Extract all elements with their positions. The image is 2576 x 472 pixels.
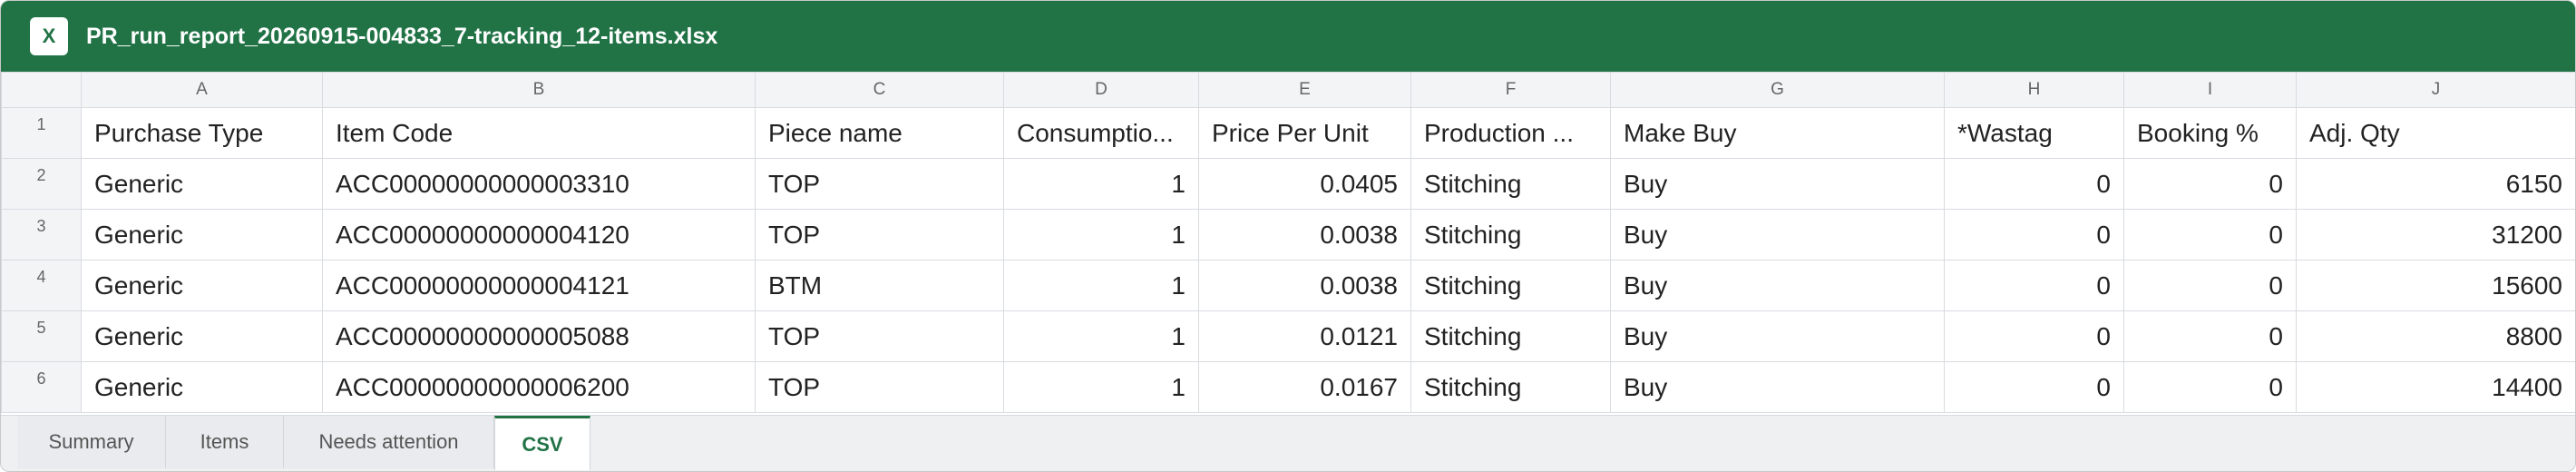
cell-adj-qty[interactable]: 15600 [2296,260,2575,311]
cell-make-buy[interactable]: Buy [1610,361,1945,413]
cell-booking-pct[interactable]: 0 [2123,361,2297,413]
cell-price-per-unit[interactable]: 0.0405 [1198,158,1411,210]
cell-item-code[interactable]: ACC00000000000006200 [322,361,756,413]
cell-price-per-unit[interactable]: 0.0121 [1198,310,1411,362]
cell-price-per-unit[interactable]: 0.0167 [1198,361,1411,413]
header-cell[interactable]: Item Code [322,107,756,159]
cell-piece-name[interactable]: TOP [755,310,1004,362]
header-cell[interactable]: Adj. Qty [2296,107,2575,159]
table-row: 6 Generic ACC00000000000006200 TOP 1 0.0… [1,361,2575,413]
row-number[interactable]: 5 [1,310,82,362]
cell-consumption[interactable]: 1 [1003,310,1199,362]
column-header-f[interactable]: F [1410,72,1611,108]
header-cell[interactable]: Price Per Unit [1198,107,1411,159]
cell-wastage[interactable]: 0 [1944,158,2124,210]
cell-booking-pct[interactable]: 0 [2123,310,2297,362]
header-cell[interactable]: Production ... [1410,107,1611,159]
cell-piece-name[interactable]: BTM [755,260,1004,311]
cell-purchase-type[interactable]: Generic [81,158,323,210]
row-number[interactable]: 2 [1,158,82,210]
row-number[interactable]: 4 [1,260,82,311]
cell-item-code[interactable]: ACC00000000000005088 [322,310,756,362]
sheet-tab-csv[interactable]: CSV [494,416,590,470]
file-title: PR_run_report_20260915-004833_7-tracking… [86,23,718,49]
cell-item-code[interactable]: ACC00000000000004121 [322,260,756,311]
column-header-j[interactable]: J [2296,72,2575,108]
title-bar: X PR_run_report_20260915-004833_7-tracki… [1,1,2575,72]
header-cell[interactable]: Purchase Type [81,107,323,159]
cell-piece-name[interactable]: TOP [755,361,1004,413]
row-number[interactable]: 1 [1,107,82,159]
cell-make-buy[interactable]: Buy [1610,158,1945,210]
sheet-tab-bar: Summary Items Needs attention CSV [1,415,2575,471]
cell-production[interactable]: Stitching [1410,361,1611,413]
header-cell[interactable]: *Wastag [1944,107,2124,159]
table-row: 4 Generic ACC00000000000004121 BTM 1 0.0… [1,260,2575,311]
excel-app-icon: X [30,17,68,55]
spreadsheet-grid[interactable]: A B C D E F G H I J 1 Purchase Type Item… [1,72,2575,415]
select-all-corner[interactable] [1,72,82,108]
cell-purchase-type[interactable]: Generic [81,260,323,311]
cell-wastage[interactable]: 0 [1944,260,2124,311]
column-header-b[interactable]: B [322,72,756,108]
cell-consumption[interactable]: 1 [1003,158,1199,210]
cell-price-per-unit[interactable]: 0.0038 [1198,260,1411,311]
cell-production[interactable]: Stitching [1410,209,1611,261]
cell-production[interactable]: Stitching [1410,310,1611,362]
column-header-d[interactable]: D [1003,72,1199,108]
cell-make-buy[interactable]: Buy [1610,260,1945,311]
header-cell[interactable]: Make Buy [1610,107,1945,159]
cell-adj-qty[interactable]: 31200 [2296,209,2575,261]
column-header-h[interactable]: H [1944,72,2124,108]
cell-booking-pct[interactable]: 0 [2123,209,2297,261]
table-row: 1 Purchase Type Item Code Piece name Con… [1,107,2575,159]
excel-window: X PR_run_report_20260915-004833_7-tracki… [0,0,2576,472]
cell-item-code[interactable]: ACC00000000000004120 [322,209,756,261]
cell-piece-name[interactable]: TOP [755,158,1004,210]
cell-booking-pct[interactable]: 0 [2123,260,2297,311]
cell-consumption[interactable]: 1 [1003,209,1199,261]
cell-adj-qty[interactable]: 6150 [2296,158,2575,210]
column-header-g[interactable]: G [1610,72,1945,108]
column-header-i[interactable]: I [2123,72,2297,108]
column-header-a[interactable]: A [81,72,323,108]
cell-adj-qty[interactable]: 14400 [2296,361,2575,413]
cell-consumption[interactable]: 1 [1003,361,1199,413]
cell-table: A B C D E F G H I J 1 Purchase Type Item… [1,72,2575,413]
table-row: 2 Generic ACC00000000000003310 TOP 1 0.0… [1,158,2575,210]
column-header-c[interactable]: C [755,72,1004,108]
cell-purchase-type[interactable]: Generic [81,209,323,261]
sheet-tab-items[interactable]: Items [166,416,284,468]
cell-purchase-type[interactable]: Generic [81,361,323,413]
header-cell[interactable]: Consumptio... [1003,107,1199,159]
cell-purchase-type[interactable]: Generic [81,310,323,362]
cell-make-buy[interactable]: Buy [1610,209,1945,261]
cell-price-per-unit[interactable]: 0.0038 [1198,209,1411,261]
column-header-row: A B C D E F G H I J [1,72,2575,108]
column-header-e[interactable]: E [1198,72,1411,108]
row-number[interactable]: 3 [1,209,82,261]
cell-make-buy[interactable]: Buy [1610,310,1945,362]
cell-wastage[interactable]: 0 [1944,361,2124,413]
cell-adj-qty[interactable]: 8800 [2296,310,2575,362]
sheet-tab-needs-attention[interactable]: Needs attention [284,416,494,468]
sheet-tab-summary[interactable]: Summary [17,416,166,468]
cell-booking-pct[interactable]: 0 [2123,158,2297,210]
cell-piece-name[interactable]: TOP [755,209,1004,261]
row-number[interactable]: 6 [1,361,82,413]
table-row: 3 Generic ACC00000000000004120 TOP 1 0.0… [1,209,2575,261]
cell-production[interactable]: Stitching [1410,260,1611,311]
cell-production[interactable]: Stitching [1410,158,1611,210]
header-cell[interactable]: Piece name [755,107,1004,159]
cell-wastage[interactable]: 0 [1944,209,2124,261]
cell-consumption[interactable]: 1 [1003,260,1199,311]
cell-item-code[interactable]: ACC00000000000003310 [322,158,756,210]
header-cell[interactable]: Booking % [2123,107,2297,159]
cell-wastage[interactable]: 0 [1944,310,2124,362]
table-row: 5 Generic ACC00000000000005088 TOP 1 0.0… [1,310,2575,362]
